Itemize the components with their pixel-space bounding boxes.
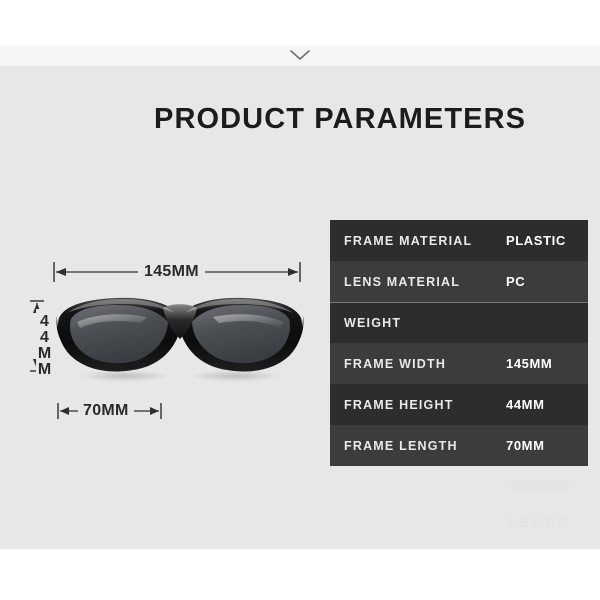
- sunglasses-image: [55, 292, 305, 382]
- watermark-text: LEMEN: [508, 514, 571, 531]
- frame-height-dimension-label: 44MM: [36, 309, 53, 381]
- chevron-down-icon[interactable]: [289, 48, 311, 62]
- product-parameters-page: PRODUCT PARAMETERS 145MM 44MM 70MM FRAME…: [0, 0, 600, 600]
- spec-table: FRAME MATERIAL PLASTIC LENS MATERIAL PC …: [330, 220, 588, 466]
- table-row: FRAME MATERIAL PLASTIC: [330, 220, 588, 261]
- spec-value: 44MM: [506, 397, 545, 412]
- table-row: FRAME WIDTH 145MM: [330, 343, 588, 384]
- spec-value: PLASTIC: [506, 233, 566, 248]
- page-title: PRODUCT PARAMETERS: [154, 103, 527, 135]
- spec-key: LENS MATERIAL: [344, 274, 461, 289]
- spec-value: 145MM: [506, 356, 553, 371]
- table-row: WEIGHT: [330, 302, 588, 343]
- spec-key: FRAME LENGTH: [344, 438, 458, 453]
- spec-value: 70MM: [506, 438, 545, 453]
- frame-width-dimension-label: 145MM: [138, 263, 205, 281]
- top-white-strip: [0, 0, 600, 46]
- spec-key: FRAME HEIGHT: [344, 397, 454, 412]
- bottom-white-strip: [0, 549, 600, 600]
- table-row: LENS MATERIAL PC: [330, 261, 588, 302]
- spec-key: FRAME WIDTH: [344, 356, 447, 371]
- spec-value: PC: [506, 274, 526, 289]
- table-row: FRAME LENGTH 70MM: [330, 425, 588, 466]
- watermark-bar: [511, 480, 569, 491]
- spec-key: WEIGHT: [344, 316, 402, 330]
- table-row: FRAME HEIGHT 44MM: [330, 384, 588, 425]
- frame-length-dimension-label: 70MM: [78, 402, 134, 420]
- spec-key: FRAME MATERIAL: [344, 233, 473, 248]
- watermark: LEMEN: [508, 478, 592, 540]
